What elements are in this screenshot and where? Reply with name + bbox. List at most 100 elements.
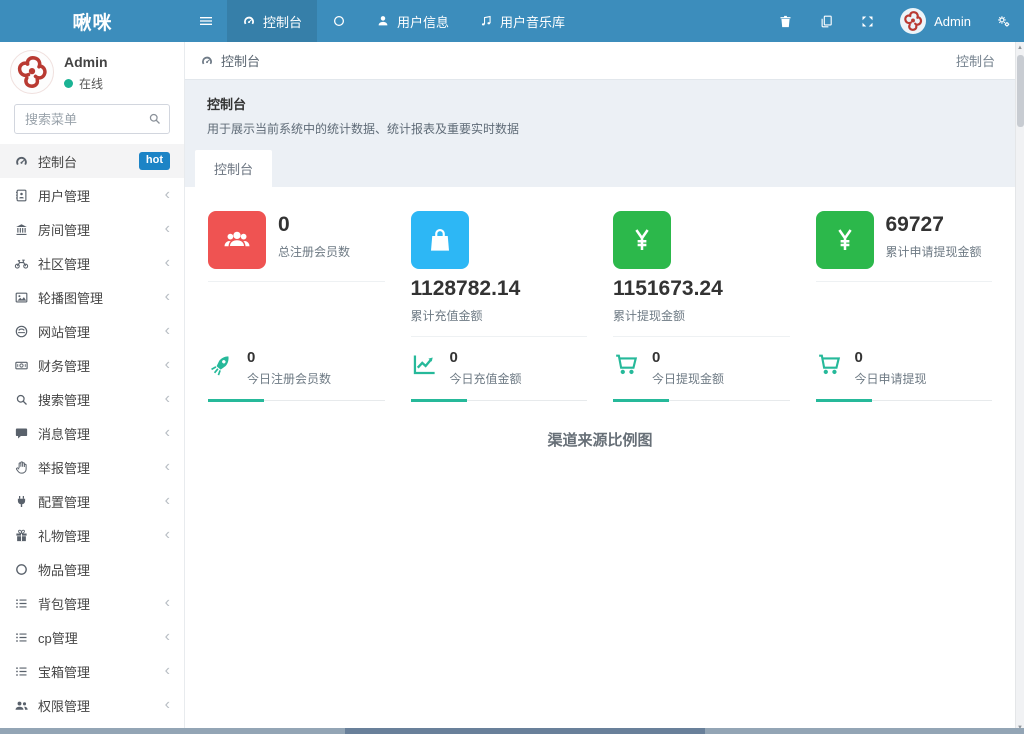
stat-card: 0 总注册会员数 [195, 211, 398, 341]
online-status-dot [64, 79, 73, 88]
today-stat-label: 今日注册会员数 [247, 370, 331, 387]
sidebar-item-label: 配置管理 [38, 492, 159, 511]
scroll-up-arrow[interactable]: ▲ [1016, 45, 1024, 51]
vertical-scrollbar[interactable]: ▲ ▼ [1015, 42, 1024, 734]
sidebar-item-rooms[interactable]: 房间管理‹ [0, 212, 184, 246]
dashboard-icon [200, 54, 214, 68]
chevron-left-icon: ‹ [165, 493, 170, 509]
sidebar-item-search[interactable]: 搜索管理 ‹ [0, 382, 184, 416]
trash-button[interactable] [765, 0, 806, 42]
line-chart-icon [411, 351, 438, 378]
sidebar-item-community[interactable]: 社区管理‹ [0, 246, 184, 280]
today-stat-card: 0今日申请提现 [803, 349, 1006, 401]
chevron-left-icon: ‹ [165, 527, 170, 543]
sidebar-item-reports[interactable]: 举报管理‹ [0, 450, 184, 484]
panel-header: 控制台 用于展示当前系统中的统计数据、统计报表及重要实时数据 控制台 [185, 80, 1024, 187]
sidebar-item-label: cp管理 [38, 628, 159, 647]
secondary-stats-row: 0今日注册会员数0今日充值金额0今日提现金额0今日申请提现 [185, 341, 1015, 401]
copy-button[interactable] [806, 0, 847, 42]
sidebar-item-gifts[interactable]: 礼物管理‹ [0, 518, 184, 552]
settings-button[interactable] [983, 0, 1024, 42]
horizontal-scrollbar[interactable] [0, 728, 1024, 734]
sidebar-item-website[interactable]: 网站管理‹ [0, 314, 184, 348]
menu-icon [198, 13, 214, 29]
topnav-item-dashboard[interactable]: 控制台 [227, 0, 317, 42]
top-nav: 控制台 用户信息用户音乐库 [227, 0, 580, 42]
stat-value: 0 [278, 213, 350, 237]
stat-value: 69727 [886, 213, 982, 237]
sidebar-item-backpack[interactable]: 背包管理‹ [0, 586, 184, 620]
comment-icon [14, 426, 29, 441]
vertical-scrollbar-thumb[interactable] [1017, 55, 1024, 127]
sidebar-item-label: 举报管理 [38, 458, 159, 477]
main-content: 控制台 控制台 控制台 用于展示当前系统中的统计数据、统计报表及重要实时数据 控… [185, 42, 1024, 734]
search-icon-button[interactable] [147, 111, 162, 126]
sidebar-item-chest[interactable]: 宝箱管理 ‹ [0, 654, 184, 688]
circle-icon [332, 14, 346, 28]
dashboard-icon [242, 14, 256, 28]
sidebar-item-config[interactable]: 配置管理 ‹ [0, 484, 184, 518]
sidebar-item-items[interactable]: 物品管理 [0, 552, 184, 586]
stat-label: 累计充值金额 [411, 307, 588, 324]
horizontal-scrollbar-thumb[interactable] [345, 728, 705, 734]
sidebar-item-finance[interactable]: 财务管理‹ [0, 348, 184, 382]
avatar-icon [900, 8, 926, 34]
progress-underline [208, 398, 385, 401]
today-stat-value: 0 [652, 349, 724, 366]
list-icon [14, 664, 29, 679]
sidebar-item-label: 物品管理 [38, 560, 170, 579]
topbar-right: Admin [765, 0, 1024, 42]
tab-dashboard[interactable]: 控制台 [195, 150, 272, 187]
sidebar-item-dashboard[interactable]: 控制台hot [0, 144, 184, 178]
topnav-item-status[interactable] [317, 0, 361, 42]
image-icon [14, 290, 29, 305]
stat-card: 1151673.24累计提现金额 [600, 211, 803, 341]
sidebar-item-label: 房间管理 [38, 220, 159, 239]
user-menu[interactable]: Admin [888, 0, 983, 42]
stat-card-icon-box [816, 211, 874, 269]
today-stat-label: 今日提现金额 [652, 370, 724, 387]
sidebar-item-label: 用户管理 [38, 186, 159, 205]
topnav-item-user-music[interactable]: 用户音乐库 [464, 0, 580, 42]
trash-icon [778, 14, 793, 29]
money-icon [14, 358, 29, 373]
sidebar-item-label: 宝箱管理 [38, 662, 159, 681]
sidebar-item-permissions[interactable]: 权限管理‹ [0, 688, 184, 722]
breadcrumb-path: 控制台 [956, 51, 1009, 70]
users-group-icon [222, 225, 252, 255]
dashboard-body: 0 总注册会员数 1128782.14 累计充值金额 1151673.24累计提现金额 6… [185, 187, 1024, 734]
chevron-left-icon: ‹ [165, 289, 170, 305]
sidebar-item-banners[interactable]: 轮播图管理 ‹ [0, 280, 184, 314]
topnav-item-label: 用户信息 [397, 12, 449, 31]
stat-card: 1128782.14 累计充值金额 [398, 211, 601, 341]
internet-explorer-icon [14, 324, 29, 339]
primary-stats-row: 0 总注册会员数 1128782.14 累计充值金额 1151673.24累计提现金额 6… [185, 187, 1015, 341]
sidebar-item-messages[interactable]: 消息管理‹ [0, 416, 184, 450]
sidebar-item-label: 网站管理 [38, 322, 159, 341]
topnav-item-label: 控制台 [263, 12, 302, 31]
brand-logo[interactable]: 啾咪 [0, 0, 185, 42]
sidebar-item-cp[interactable]: cp管理‹ [0, 620, 184, 654]
stat-value: 1128782.14 [411, 277, 588, 301]
sidebar-user-panel: Admin 在线 [0, 42, 184, 98]
chevron-left-icon: ‹ [165, 663, 170, 679]
stat-label: 总注册会员数 [278, 243, 350, 260]
progress-underline [613, 398, 790, 401]
sidebar-user-status: 在线 [64, 75, 108, 92]
user-icon [376, 14, 390, 28]
progress-underline [816, 398, 993, 401]
sidebar-item-label: 背包管理 [38, 594, 159, 613]
chevron-left-icon: ‹ [165, 187, 170, 203]
chevron-left-icon: ‹ [165, 357, 170, 373]
sidebar-toggle-button[interactable] [185, 0, 227, 42]
expand-button[interactable] [847, 0, 888, 42]
search-icon [147, 111, 162, 126]
sidebar-item-users[interactable]: 用户管理 ‹ [0, 178, 184, 212]
sidebar-item-label: 轮播图管理 [38, 288, 159, 307]
chevron-left-icon: ‹ [165, 391, 170, 407]
sidebar-item-label: 搜索管理 [38, 390, 159, 409]
yen-icon [627, 225, 657, 255]
stat-card-icon-box [411, 211, 469, 269]
hand-icon [14, 460, 29, 475]
topnav-item-user-info[interactable]: 用户信息 [361, 0, 464, 42]
